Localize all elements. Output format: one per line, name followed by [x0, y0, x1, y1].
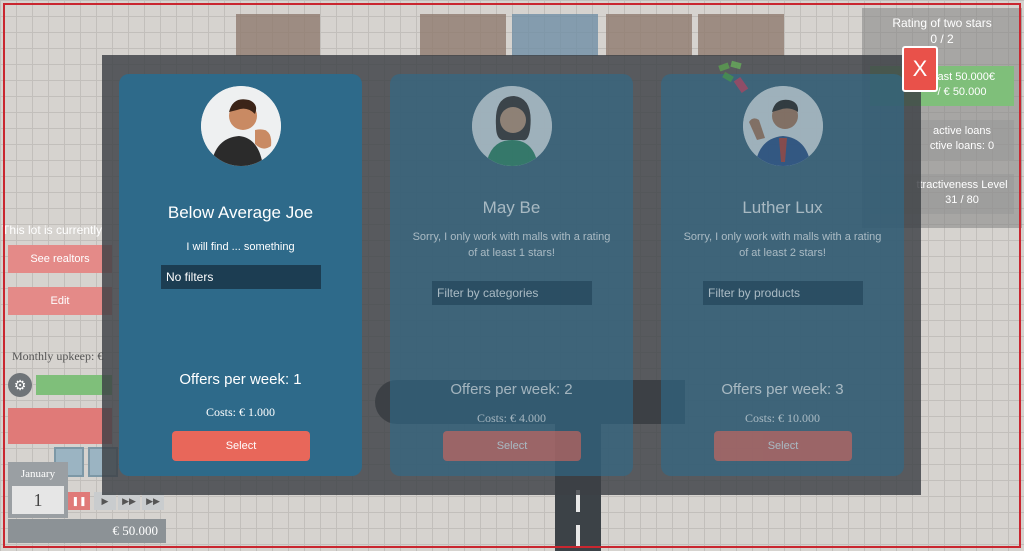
realtor-card-luther: Luther Lux Sorry, I only work with malls… [661, 60, 904, 476]
money-confetti-icon [715, 60, 751, 96]
close-button[interactable]: X [902, 46, 938, 92]
rating-value: 0 / 2 [930, 32, 954, 46]
lot-panel: This lot is currently See realtors Edit … [0, 215, 112, 445]
select-button[interactable]: Select [443, 431, 581, 461]
calendar: January 1 [8, 462, 68, 518]
lot-status-text: This lot is currently [2, 223, 103, 237]
money-display: € 50.000 [8, 519, 166, 543]
realtor-description: I will find ... something [186, 241, 295, 253]
realtor-avatar-may [472, 86, 552, 166]
realtor-description: Sorry, I only work with malls with a rat… [683, 231, 882, 259]
select-button[interactable]: Select [714, 431, 852, 461]
upkeep-bar [36, 375, 112, 395]
shop-building [420, 14, 506, 56]
offers-per-week: Offers per week: 3 [721, 381, 844, 398]
filter-dropdown[interactable]: No filters [161, 265, 321, 289]
realtor-costs: Costs: € 4.000 [476, 411, 546, 425]
realtor-description: Sorry, I only work with malls with a rat… [412, 231, 611, 259]
edit-button[interactable]: Edit [8, 287, 112, 315]
offers-per-week: Offers per week: 1 [179, 371, 302, 388]
filter-dropdown[interactable]: Filter by categories [432, 281, 592, 305]
realtor-name: Luther Lux [742, 198, 823, 217]
realtor-name: Below Average Joe [167, 203, 314, 222]
calendar-day: 1 [12, 486, 64, 514]
select-button[interactable]: Select [172, 431, 310, 461]
wrench-icon[interactable]: ⚙ [8, 373, 32, 397]
shop-building [236, 14, 320, 56]
see-realtors-button[interactable]: See realtors [8, 245, 112, 273]
realtor-card-joe: Below Average Joe I will find ... someth… [119, 74, 362, 476]
realtor-avatar-joe [201, 86, 281, 166]
shop-building [606, 14, 692, 56]
filter-dropdown[interactable]: Filter by products [703, 281, 863, 305]
realtor-card-may: May Be Sorry, I only work with malls wit… [390, 74, 633, 476]
offers-per-week: Offers per week: 2 [450, 381, 573, 398]
calendar-month: January [20, 468, 56, 480]
lot-action-button[interactable] [8, 408, 112, 444]
realtor-avatar-luther [743, 86, 823, 166]
realtor-name: May Be [482, 198, 541, 217]
realtor-costs: Costs: € 10.000 [744, 411, 820, 425]
shop-building [698, 14, 784, 56]
realtor-costs: Costs: € 1.000 [205, 405, 275, 419]
shop-building [512, 14, 598, 56]
monthly-upkeep: Monthly upkeep: € [12, 349, 104, 363]
rating-title: Rating of two stars [892, 16, 992, 30]
pause-button[interactable]: ❚❚ [68, 492, 90, 510]
